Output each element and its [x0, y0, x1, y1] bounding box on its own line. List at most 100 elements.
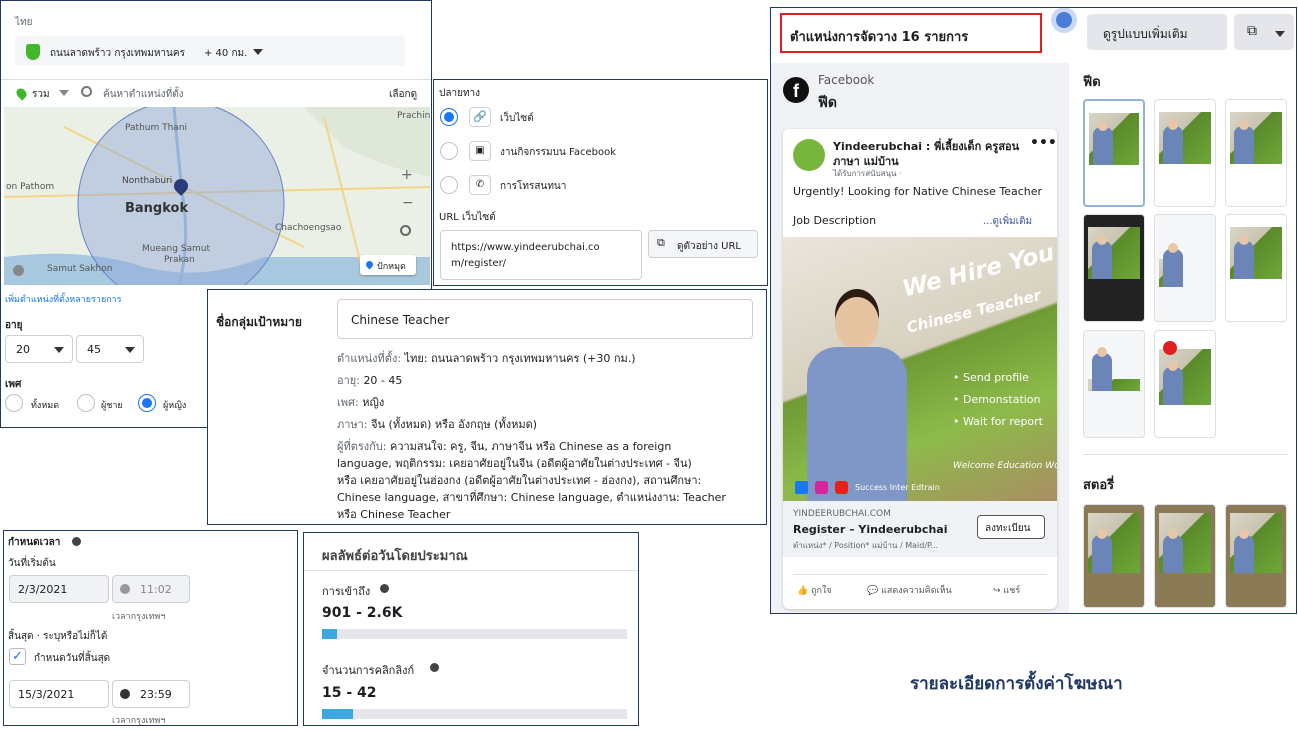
map-label: Chachoengsao — [275, 223, 342, 233]
end-time-input[interactable]: 23:59 — [112, 680, 190, 708]
end-date-input[interactable]: 15/3/2021 — [9, 680, 109, 708]
clock-icon — [120, 689, 130, 699]
detail-value: ไทย: ถนนลาดพร้าว กรุงเทพมหานคร (+30 กม.) — [404, 352, 636, 365]
like-button[interactable]: 👍 ถูกใจ — [797, 583, 832, 597]
radius-text[interactable]: + 40 กม. — [204, 46, 247, 61]
placement-thumb[interactable] — [1083, 330, 1145, 438]
detail-value: จีน (ทั้งหมด) หรือ อังกฤษ (ทั้งหมด) — [371, 418, 538, 431]
feed-section-title: ฟีด — [1083, 75, 1101, 90]
gender-all-radio[interactable] — [5, 394, 23, 412]
country-label: ไทย — [15, 17, 33, 28]
locate-icon[interactable] — [400, 225, 411, 236]
placements-title: ตำแหน่งการจัดวาง 16 รายการ — [790, 30, 969, 45]
placement-thumb[interactable] — [1154, 330, 1216, 438]
detail-key: ตำแหน่งที่ตั้ง: — [337, 352, 402, 365]
info-icon — [430, 663, 439, 672]
start-date-input[interactable]: 2/3/2021 — [9, 575, 109, 603]
end-date-checkbox[interactable]: ✓ — [9, 648, 26, 665]
ad-primary-text: Urgently! Looking for Native Chinese Tea… — [793, 185, 1043, 198]
placement-thumb[interactable] — [1154, 214, 1216, 322]
clicks-bar-fill — [322, 709, 353, 719]
destination-title: ปลายทาง — [439, 88, 481, 99]
filter-select[interactable]: รวม — [32, 87, 50, 102]
preview-url-button[interactable]: ⧉ ดูตัวอย่าง URL — [648, 230, 758, 258]
gender-female-radio[interactable] — [138, 394, 156, 412]
reach-value: 901 - 2.6K — [322, 605, 403, 621]
location-search-input[interactable]: ค้นหาตำแหน่งที่ตั้ง — [103, 87, 184, 102]
audience-name-label: ชื่อกลุ่มเป้าหมาย — [216, 315, 302, 329]
detail-key: ภาษา: — [337, 418, 368, 431]
status-dot-icon — [1056, 12, 1072, 28]
placement-thumb[interactable] — [1083, 99, 1145, 207]
gender-female-label: ผู้หญิง — [163, 401, 187, 411]
url-input[interactable]: https://www.yindeerubchai.co m/register/ — [440, 230, 642, 280]
external-link-icon: ⧉ — [1247, 23, 1257, 39]
reach-bar-fill — [322, 629, 338, 639]
placement-label: ฟีด — [818, 95, 838, 111]
bullet-item: • Send profile — [953, 371, 1029, 384]
link-footer[interactable]: YINDEERUBCHAI.COM Register – Yindeerubch… — [783, 501, 1057, 557]
placement-thumb[interactable] — [1083, 214, 1145, 322]
drop-pin-button[interactable]: ปักหมุด — [360, 255, 416, 275]
clicks-bar — [322, 709, 627, 719]
clicks-label: จำนวนการคลิกลิงก์ — [322, 664, 415, 677]
facebook-icon — [795, 481, 808, 494]
schedule-panel: กำหนดเวลา วันที่เริ่มต้น 2/3/2021 11:02 … — [3, 530, 298, 726]
location-chip[interactable]: ถนนลาดพร้าว กรุงเทพมหานคร + 40 กม. — [15, 36, 405, 66]
filter-chevron-icon[interactable] — [59, 90, 69, 96]
story-thumb[interactable] — [1154, 504, 1216, 608]
more-options-icon[interactable]: ••• — [1030, 135, 1057, 151]
link-icon: 🔗 — [469, 107, 491, 127]
start-time-input[interactable]: 11:02 — [112, 575, 190, 603]
chevron-down-icon — [125, 347, 135, 353]
call-radio[interactable] — [440, 176, 458, 194]
zoom-in-icon[interactable]: + — [401, 167, 413, 183]
placement-thumb[interactable] — [1225, 99, 1287, 207]
facebook-logo-icon: f — [783, 77, 809, 103]
add-multiple-link[interactable]: เพิ่มตำแหน่งที่ตั้งหลายรายการ — [5, 292, 122, 306]
audience-name-input[interactable]: Chinese Teacher — [337, 299, 753, 339]
filter-row: รวม ค้นหาตำแหน่งที่ตั้ง เลือกดู — [1, 79, 431, 107]
event-radio[interactable] — [440, 142, 458, 160]
map[interactable]: Prachin Bu Pathum Thani Nonthaburi on Pa… — [4, 107, 430, 285]
call-label: การโทรสนทนา — [500, 181, 567, 192]
divider — [793, 574, 1047, 575]
share-preview-button[interactable]: ⧉ — [1234, 14, 1294, 50]
chevron-down-icon — [1275, 31, 1285, 37]
info-icon[interactable] — [13, 265, 24, 276]
bullet-item: • Wait for report — [953, 415, 1043, 428]
link-headline: Register – Yindeerubchai — [793, 523, 948, 536]
placements-title-box: ตำแหน่งการจัดวาง 16 รายการ — [780, 13, 1042, 53]
see-more-link[interactable]: ...ดูเพิ่มเติม — [983, 214, 1032, 229]
register-cta-button[interactable]: ลงทะเบียน — [977, 515, 1045, 539]
results-panel: ผลลัพธ์ต่อวันโดยประมาณ การเข้าถึง 901 - … — [303, 532, 639, 726]
cta-label: ลงทะเบียน — [985, 523, 1031, 534]
chevron-down-icon[interactable] — [253, 49, 263, 55]
detail-value: หรือ เคยอาศัยอยู่ในฮ่องกง (อดีตผู้อาศัยใ… — [337, 474, 702, 487]
more-templates-label: ดูรูปแบบเพิ่มเติม — [1103, 27, 1188, 41]
map-label: Bangkok — [125, 201, 189, 216]
story-thumb[interactable] — [1083, 504, 1145, 608]
end-date-value: 15/3/2021 — [18, 688, 75, 701]
share-button[interactable]: ↪ แชร์ — [993, 583, 1020, 597]
timezone-label: เวลากรุงเทพฯ — [112, 716, 166, 726]
website-radio[interactable] — [440, 108, 458, 126]
gender-male-radio[interactable] — [77, 394, 95, 412]
placement-thumb[interactable] — [1225, 214, 1287, 322]
map-label: Samut Sakhon — [47, 264, 113, 274]
age-min-select[interactable]: 20 — [5, 335, 73, 363]
browse-link[interactable]: เลือกดู — [389, 87, 417, 102]
ad-image[interactable]: We Hire You Chinese Teacher • Send profi… — [783, 237, 1057, 501]
map-label: Prakan — [164, 255, 195, 265]
calendar-icon: ▣ — [469, 141, 491, 161]
story-thumb[interactable] — [1225, 504, 1287, 608]
link-domain: YINDEERUBCHAI.COM — [793, 509, 891, 519]
detail-key: อายุ: — [337, 374, 360, 387]
zoom-out-icon[interactable]: − — [402, 195, 414, 211]
more-templates-button[interactable]: ดูรูปแบบเพิ่มเติม — [1087, 14, 1227, 50]
age-max-select[interactable]: 45 — [76, 335, 144, 363]
preview-url-label: ดูตัวอย่าง URL — [677, 241, 741, 252]
placement-thumb[interactable] — [1154, 99, 1216, 207]
comment-button[interactable]: 💬 แสดงความคิดเห็น — [867, 583, 952, 597]
ad-secondary-text: Job Description — [793, 214, 877, 227]
